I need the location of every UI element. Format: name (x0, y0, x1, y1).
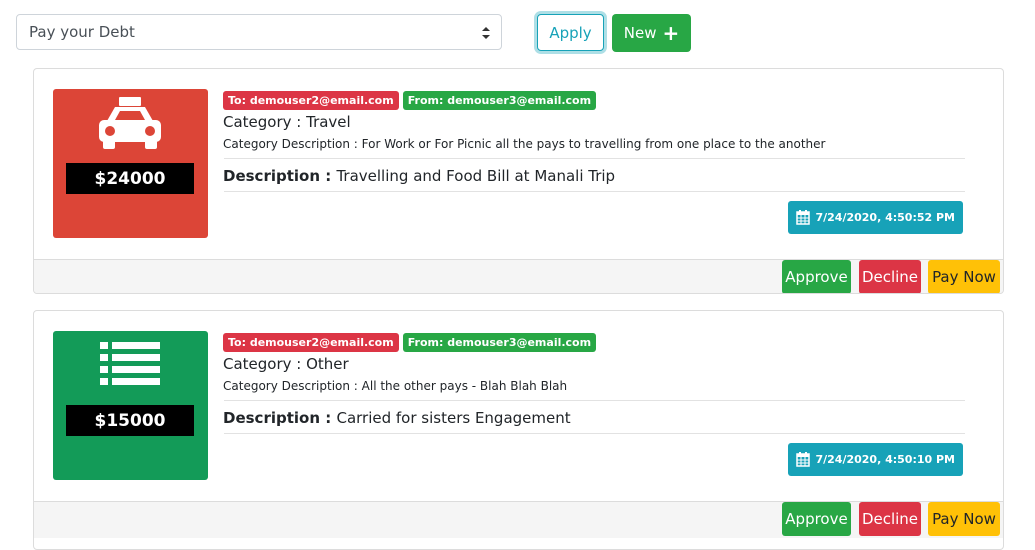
debt-amount: $24000 (66, 163, 194, 194)
apply-button-label: Apply (549, 23, 592, 42)
description-value: Carried for sisters Engagement (336, 409, 571, 427)
participant-badges: To: demouser2@email.com From: demouser3@… (223, 333, 597, 352)
select-arrows-icon (482, 27, 490, 39)
description-line: Description : Carried for sisters Engage… (223, 409, 571, 427)
list-icon (100, 342, 160, 385)
divider (224, 158, 965, 159)
category-label: Category : (223, 355, 307, 373)
category-description: Category Description : All the other pay… (223, 379, 568, 393)
new-button-label: New (623, 24, 657, 42)
calendar-icon (796, 210, 811, 225)
description-value: Travelling and Food Bill at Manali Trip (336, 167, 616, 185)
date-badge: 7/24/2020, 4:50:10 PM (788, 443, 963, 476)
new-button[interactable]: New + (612, 14, 691, 52)
category-line: Category : Other (223, 355, 349, 373)
approve-button[interactable]: Approve (782, 502, 851, 536)
description-label: Description : (223, 167, 337, 185)
decline-button[interactable]: Decline (859, 260, 921, 293)
from-badge: From: demouser3@email.com (402, 333, 597, 352)
category-tile: $15000 (53, 331, 208, 480)
card-footer: Approve Decline Pay Now (34, 501, 1003, 538)
description-line: Description : Travelling and Food Bill a… (223, 167, 615, 185)
approve-button[interactable]: Approve (782, 260, 851, 293)
description-label: Description : (223, 409, 337, 427)
divider (224, 191, 965, 192)
debt-filter-select[interactable]: Pay your Debt (16, 14, 502, 50)
from-badge: From: demouser3@email.com (402, 91, 597, 110)
apply-button[interactable]: Apply (537, 14, 604, 51)
to-badge: To: demouser2@email.com (223, 91, 399, 110)
participant-badges: To: demouser2@email.com From: demouser3@… (223, 91, 597, 110)
decline-button[interactable]: Decline (859, 502, 921, 536)
date-badge: 7/24/2020, 4:50:52 PM (788, 201, 963, 234)
debt-amount: $15000 (66, 405, 194, 436)
category-tile: $24000 (53, 89, 208, 238)
toolbar: Pay your Debt Apply New + (16, 14, 1016, 52)
date-text: 7/24/2020, 4:50:52 PM (815, 211, 955, 224)
taxi-icon (99, 97, 161, 149)
category-line: Category : Travel (223, 113, 351, 131)
divider (224, 400, 965, 401)
plus-icon: + (662, 21, 680, 45)
category-label: Category : (223, 113, 307, 131)
pay-now-button[interactable]: Pay Now (928, 502, 1000, 536)
card-footer: Approve Decline Pay Now (34, 259, 1003, 293)
debt-card: $24000 To: demouser2@email.com From: dem… (33, 68, 1004, 294)
to-badge: To: demouser2@email.com (223, 333, 399, 352)
category-description: Category Description : For Work or For P… (223, 137, 826, 151)
calendar-icon (796, 452, 811, 467)
category-value: Other (306, 355, 349, 373)
date-text: 7/24/2020, 4:50:10 PM (815, 453, 955, 466)
debt-filter-value: Pay your Debt (29, 23, 135, 41)
divider (224, 433, 965, 434)
debt-card: $15000 To: demouser2@email.com From: dem… (33, 310, 1004, 550)
pay-now-button[interactable]: Pay Now (928, 260, 1000, 293)
category-value: Travel (306, 113, 351, 131)
